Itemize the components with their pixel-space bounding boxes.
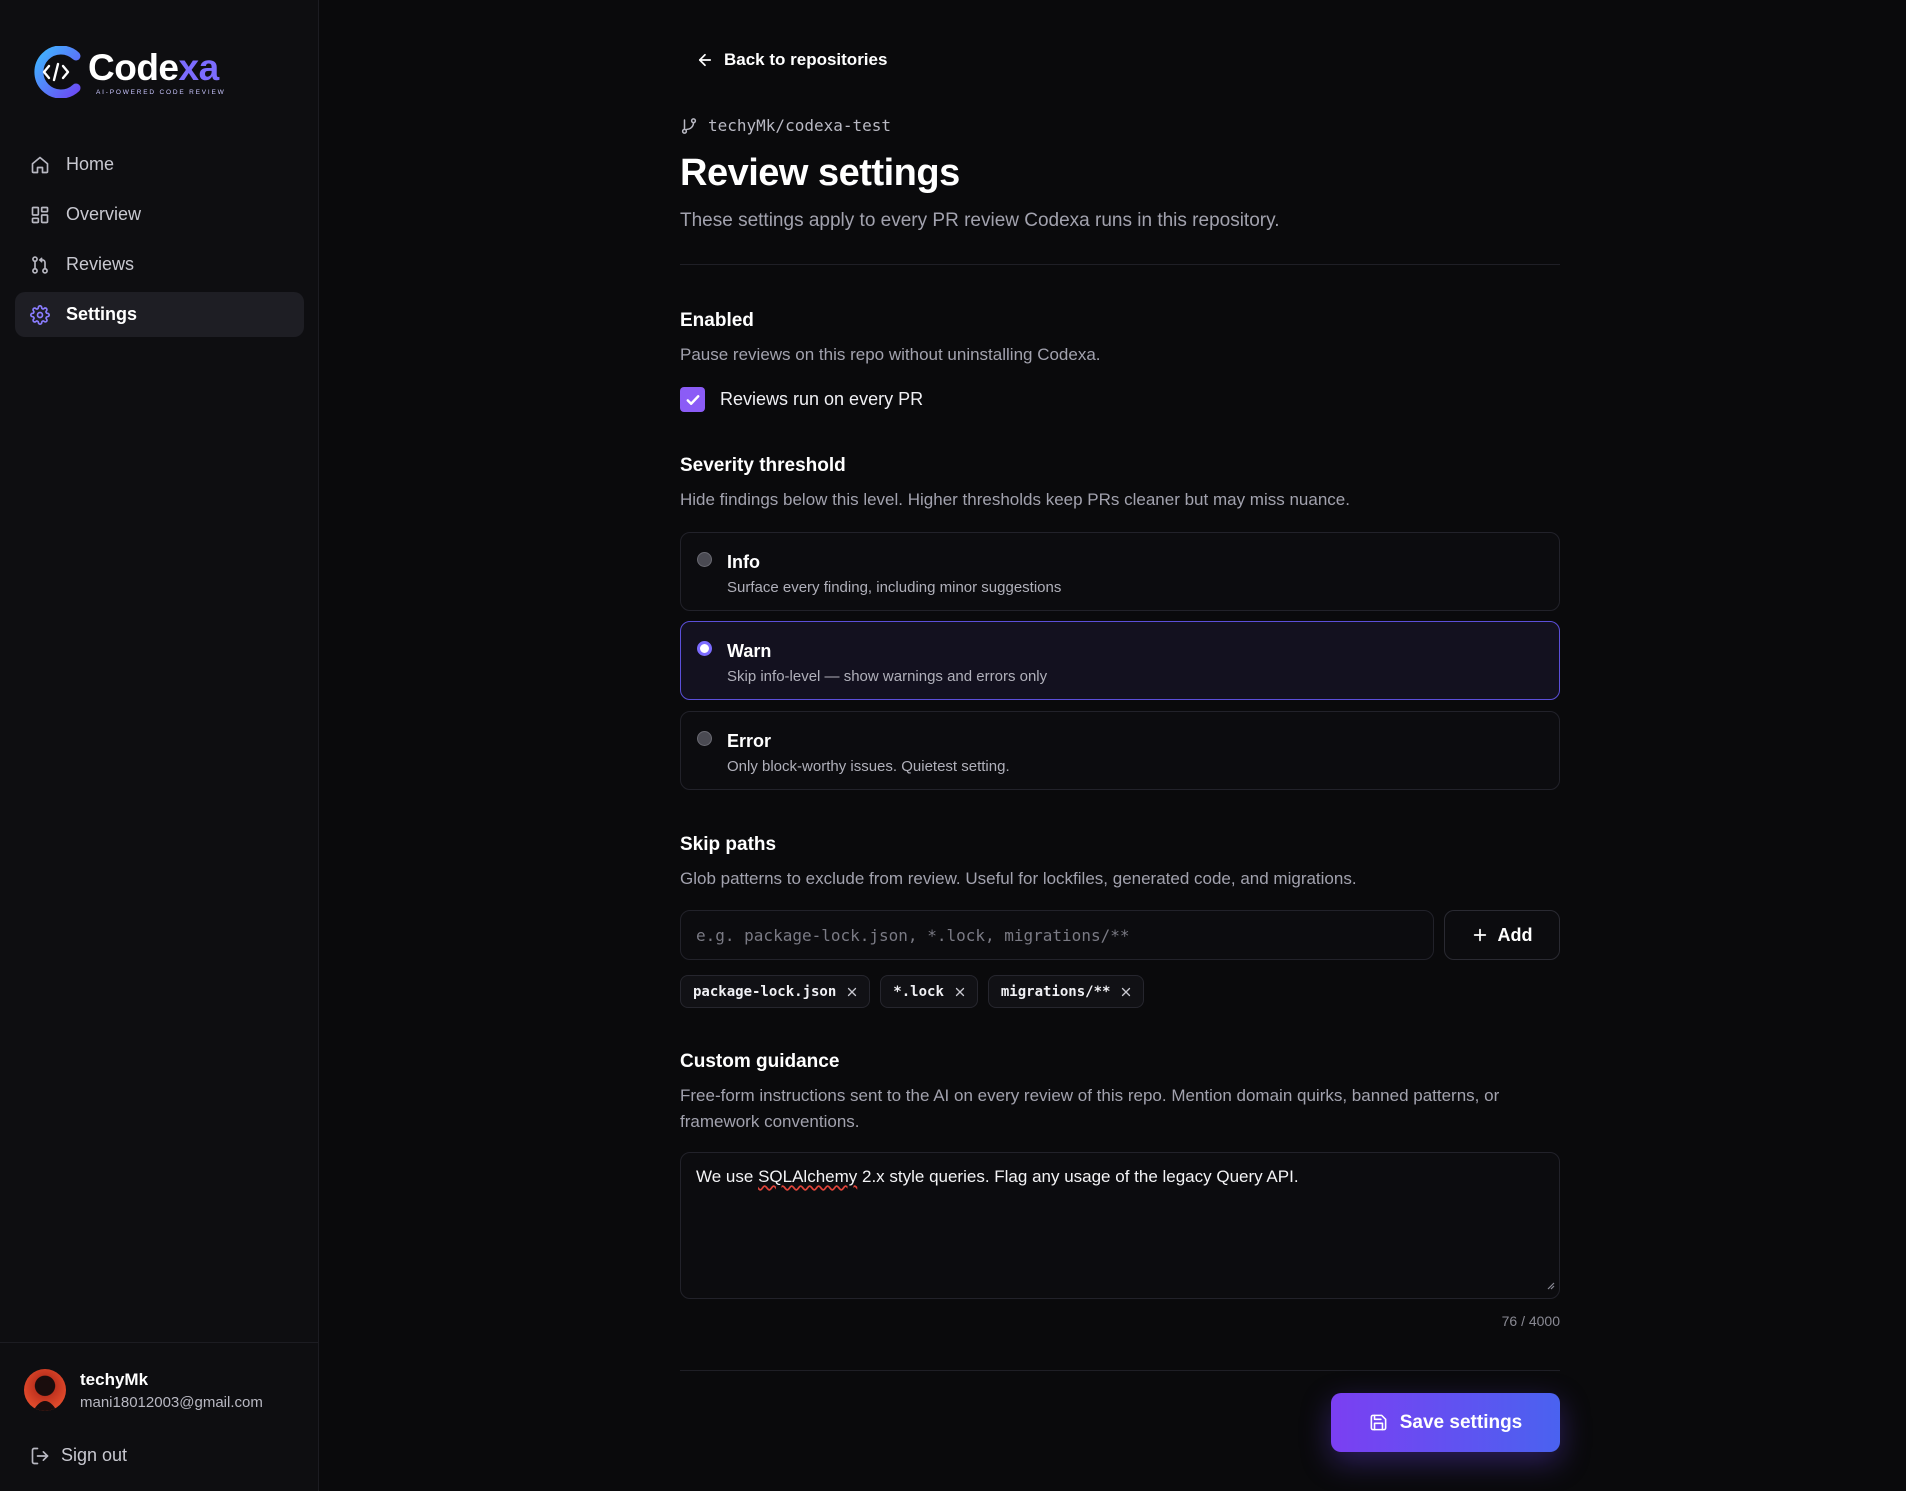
- severity-radio-warn[interactable]: [697, 641, 712, 656]
- skip-path-input[interactable]: [680, 910, 1434, 960]
- char-count: 76 / 4000: [1501, 1313, 1560, 1329]
- brand-name: Codexa: [88, 47, 219, 88]
- skip-path-chip: migrations/**: [987, 975, 1145, 1008]
- severity-option-error[interactable]: Error Only block-worthy issues. Quietest…: [680, 711, 1560, 790]
- severity-option-info[interactable]: Info Surface every finding, including mi…: [680, 532, 1560, 611]
- sidebar-item-label: Settings: [66, 304, 138, 324]
- brand-tagline: AI-POWERED CODE REVIEW: [96, 89, 226, 96]
- severity-radio-error[interactable]: [697, 731, 712, 746]
- skip-paths-description: Glob patterns to exclude from review. Us…: [680, 869, 1357, 888]
- gear-icon: [30, 304, 50, 325]
- avatar: [24, 1369, 66, 1411]
- close-icon[interactable]: [846, 986, 858, 998]
- enabled-checkbox-label: Reviews run on every PR: [720, 389, 924, 409]
- guidance-textarea[interactable]: We use SQLAlchemy 2.x style queries. Fla…: [680, 1152, 1560, 1299]
- sidebar-item-label: Reviews: [66, 254, 135, 274]
- save-icon: [1369, 1413, 1388, 1432]
- skip-path-chip: package-lock.json: [680, 975, 871, 1008]
- option-title: Info: [727, 552, 760, 572]
- severity-description: Hide findings below this level. Higher t…: [680, 490, 1350, 509]
- guidance-text-misspelled: SQLAlchemy: [758, 1167, 858, 1186]
- log-out-icon: [30, 1446, 50, 1466]
- sign-out-button[interactable]: Sign out: [30, 1445, 127, 1466]
- repo-name: techyMk/codexa-test: [708, 116, 892, 135]
- sidebar-item-label: Home: [66, 154, 115, 174]
- plus-icon: [1472, 927, 1488, 943]
- user-name: techyMk: [80, 1369, 149, 1389]
- option-title: Error: [727, 731, 772, 751]
- option-description: Only block-worthy issues. Quietest setti…: [727, 758, 1010, 775]
- sidebar-item-home[interactable]: Home: [15, 142, 304, 187]
- skip-path-chips: package-lock.json *.lock migrations/**: [680, 975, 1154, 1008]
- back-to-repositories-link[interactable]: Back to repositories: [696, 50, 887, 70]
- page-title: Review settings: [680, 152, 960, 194]
- git-branch-icon: [680, 117, 698, 135]
- option-description: Skip info-level — show warnings and erro…: [727, 668, 1048, 685]
- arrow-left-icon: [696, 51, 714, 69]
- enabled-checkbox[interactable]: [680, 387, 705, 412]
- skip-path-chip: *.lock: [880, 975, 978, 1008]
- severity-title: Severity threshold: [680, 455, 846, 476]
- guidance-text: 2.x style queries. Flag any usage of the…: [857, 1167, 1299, 1186]
- sign-out-label: Sign out: [61, 1445, 128, 1465]
- save-label: Save settings: [1399, 1411, 1523, 1433]
- severity-radio-info[interactable]: [697, 552, 712, 567]
- user-profile[interactable]: techyMk mani18012003@gmail.com: [24, 1369, 263, 1411]
- back-label: Back to repositories: [724, 50, 888, 69]
- chip-label: *.lock: [893, 983, 944, 1000]
- home-icon: [30, 155, 50, 175]
- resize-handle-icon[interactable]: [1545, 1275, 1555, 1295]
- enabled-checkbox-row[interactable]: Reviews run on every PR: [680, 387, 923, 412]
- git-pull-request-icon: [30, 255, 50, 275]
- user-email: mani18012003@gmail.com: [80, 1393, 263, 1411]
- close-icon[interactable]: [954, 986, 966, 998]
- grid-icon: [30, 205, 50, 225]
- divider: [680, 1370, 1560, 1371]
- skip-paths-title: Skip paths: [680, 834, 777, 855]
- close-icon[interactable]: [1120, 986, 1132, 998]
- add-label: Add: [1497, 924, 1533, 945]
- enabled-description: Pause reviews on this repo without unins…: [680, 345, 1101, 364]
- guidance-text: We use: [696, 1167, 759, 1186]
- codexa-logo[interactable]: Codexa AI-POWERED CODE REVIEW: [32, 45, 226, 99]
- guidance-description: Free-form instructions sent to the AI on…: [680, 1086, 1500, 1131]
- chip-label: migrations/**: [1000, 983, 1111, 1000]
- sidebar: Codexa AI-POWERED CODE REVIEW Home Overv…: [0, 0, 319, 1491]
- divider: [680, 264, 1560, 265]
- sidebar-item-reviews[interactable]: Reviews: [15, 242, 304, 287]
- severity-option-warn[interactable]: Warn Skip info-level — show warnings and…: [680, 621, 1560, 700]
- codexa-logo-icon: [32, 45, 82, 99]
- option-title: Warn: [727, 641, 772, 661]
- add-path-button[interactable]: Add: [1444, 910, 1560, 960]
- chip-label: package-lock.json: [693, 983, 837, 1000]
- save-settings-button[interactable]: Save settings: [1331, 1393, 1560, 1452]
- sidebar-nav: Home Overview Reviews Settings: [15, 142, 304, 342]
- sidebar-item-settings[interactable]: Settings: [15, 292, 304, 337]
- sidebar-item-overview[interactable]: Overview: [15, 192, 304, 237]
- option-description: Surface every finding, including minor s…: [727, 579, 1062, 596]
- guidance-title: Custom guidance: [680, 1051, 840, 1072]
- sidebar-footer: techyMk mani18012003@gmail.com Sign out: [0, 1342, 319, 1465]
- page-subtitle: These settings apply to every PR review …: [680, 210, 1280, 231]
- check-icon: [686, 394, 699, 405]
- repo-breadcrumb: techyMk/codexa-test: [680, 116, 891, 135]
- sidebar-item-label: Overview: [66, 204, 142, 224]
- enabled-title: Enabled: [680, 310, 754, 331]
